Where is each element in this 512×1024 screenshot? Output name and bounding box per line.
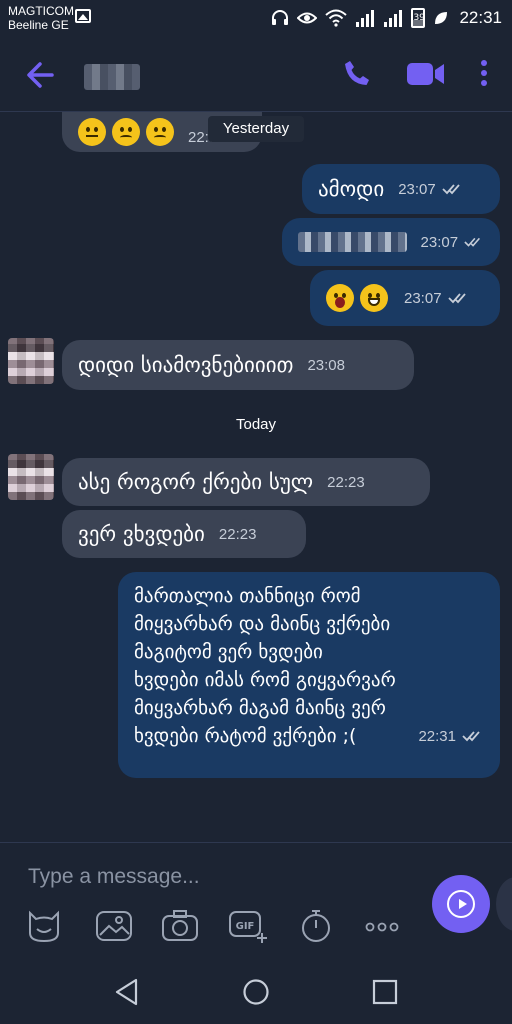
message-time: 22:31 [418,727,456,745]
battery-icon: 39 [411,8,426,28]
timer-icon[interactable] [296,909,336,943]
recents-nav-icon[interactable] [372,978,398,1006]
send-button[interactable] [432,875,490,933]
shocked-emoji-icon [326,284,354,312]
status-bar: MAGTICOM Beeline GE 39 22:31 [0,0,512,38]
carrier-info: MAGTICOM Beeline GE [8,4,74,32]
message-line: მართალია თანნიცი რომ [134,585,361,607]
gallery-icon [75,9,91,23]
more-vert-icon[interactable] [478,58,490,88]
message-bubble-outgoing[interactable]: ამოდი 23:07 [302,164,500,214]
message-line: მაგიტომ ვერ ხვდები [134,641,323,663]
sad-emoji-icon [146,118,174,146]
chat-header [0,38,512,112]
date-separator: Today [235,416,277,433]
message-bubble-incoming[interactable]: ვერ ვხვდები 22:23 [62,510,306,558]
signal-icon [356,10,375,27]
message-input[interactable]: Type a message... [28,865,200,889]
system-navigation-bar [0,954,512,1024]
headset-icon [272,10,289,25]
sad-emoji-icon [112,118,140,146]
carrier-secondary: Beeline GE [8,18,69,32]
message-bubble-outgoing[interactable]: 23:07 [310,270,500,326]
gif-icon[interactable]: GIF [228,909,268,943]
back-arrow-icon[interactable] [22,60,58,90]
composer: Type a message... GIF [0,842,512,954]
message-text: ასე როგორ ქრები სულ [78,470,314,494]
message-text: ვერ ვხვდები [78,522,205,546]
leaf-icon [435,12,448,24]
sad-emoji-icon [78,118,106,146]
contact-name[interactable] [84,64,140,90]
gallery-icon[interactable] [94,909,134,943]
message-text: დიდი სიამოვნებიიით [78,353,294,377]
message-bubble-incoming[interactable]: დიდი სიამოვნებიიით 23:08 [62,340,414,390]
video-call-icon[interactable] [406,60,446,88]
wifi-icon [325,9,348,27]
battery-level: 39 [413,13,425,23]
double-check-icon [447,293,466,304]
carrier-name: MAGTICOM [8,4,74,18]
message-bubble-outgoing[interactable]: 23:07 [282,218,500,266]
eye-icon [297,12,318,24]
message-line: ხვდები იმას რომ გიყვარვარ [134,669,396,691]
message-time: 23:07 [398,180,436,198]
message-time: 23:07 [420,233,459,251]
message-time: 23:07 [404,289,442,307]
grin-emoji-icon [360,284,388,312]
svg-text:GIF: GIF [236,921,255,932]
double-check-icon [464,237,481,247]
signal-icon-2 [384,10,403,27]
redacted-text [298,232,407,252]
message-line: ხვდები რატომ ვქრები ;( [134,725,357,747]
camera-icon[interactable] [160,909,200,943]
message-time: 23:08 [307,356,345,374]
double-check-icon [442,184,460,195]
back-nav-icon[interactable] [114,978,140,1006]
avatar[interactable] [8,454,54,500]
send-icon [447,890,475,918]
secondary-action-button[interactable] [496,877,512,931]
message-time: 22:23 [327,473,365,491]
message-time: 22:23 [218,525,257,543]
date-separator: Yesterday [208,116,304,142]
message-bubble-incoming[interactable]: ასე როგორ ქრები სულ 22:23 [62,458,430,506]
sticker-icon[interactable] [24,909,64,943]
phone-icon[interactable] [342,58,372,88]
message-text: ამოდი [318,177,385,201]
double-check-icon [462,731,480,742]
message-bubble-outgoing[interactable]: მართალია თანნიცი რომ მიყვარხარ და მაინც … [118,572,500,778]
home-nav-icon[interactable] [242,978,270,1006]
clock: 22:31 [459,8,502,27]
message-line: მიყვარხარ მაგამ მაინც ვერ [134,697,386,719]
avatar[interactable] [8,338,54,384]
more-icon[interactable] [362,909,402,943]
message-list[interactable]: 22:58 Yesterday ამოდი 23:07 23:07 23:07 … [0,112,512,842]
message-line: მიყვარხარ და მაინც ვქრები [134,613,391,635]
status-icons: 39 22:31 [271,6,502,30]
